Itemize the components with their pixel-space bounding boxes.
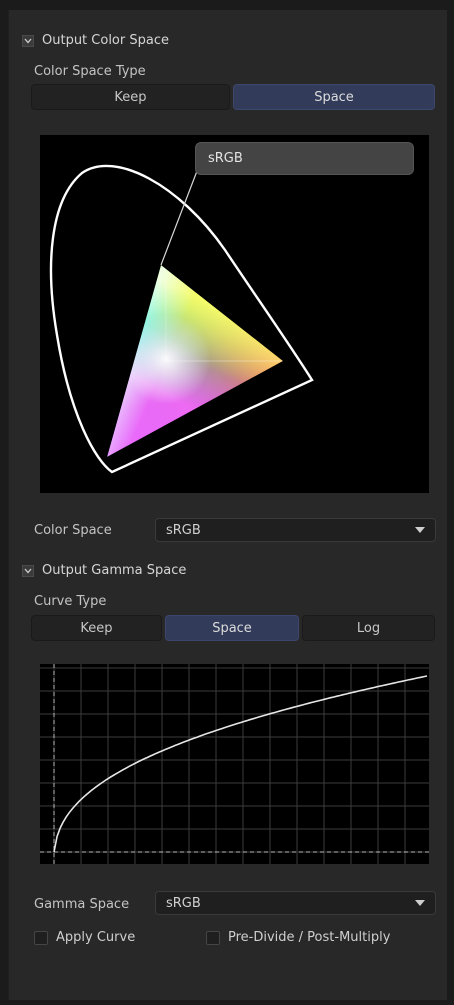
color-space-type-space-button[interactable]: Space: [233, 84, 435, 110]
gamut-name-tag: sRGB: [195, 142, 414, 175]
gamma-curve-plot: [40, 664, 429, 864]
color-space-type-label: Color Space Type: [34, 64, 146, 79]
color-space-type-keep-button[interactable]: Keep: [31, 84, 230, 110]
gamma-curve-graph[interactable]: [40, 664, 429, 864]
caret-down-icon: [415, 527, 425, 533]
gamma-space-dropdown-value: sRGB: [166, 895, 201, 911]
curve-type-keep-button[interactable]: Keep: [31, 615, 162, 641]
chromaticity-plot: [49, 157, 314, 474]
output-gamma-space-toggle[interactable]: Output Gamma Space: [22, 563, 186, 578]
chromaticity-diagram[interactable]: sRGB: [40, 135, 429, 493]
gamma-space-dropdown[interactable]: sRGB: [155, 891, 436, 915]
chevron-down-icon: [22, 564, 34, 577]
gamma-curve-line: [53, 675, 428, 853]
curve-type-log-button[interactable]: Log: [302, 615, 435, 641]
gamma-space-label: Gamma Space: [34, 897, 130, 912]
output-color-space-toggle[interactable]: Output Color Space: [22, 33, 169, 48]
output-gamma-space-label: Output Gamma Space: [42, 563, 187, 578]
color-space-dropdown[interactable]: sRGB: [155, 518, 436, 542]
curve-type-space-button[interactable]: Space: [165, 615, 299, 641]
color-space-dropdown-value: sRGB: [166, 522, 201, 538]
color-space-label: Color Space: [34, 523, 112, 538]
predivide-label: Pre-Divide / Post-Multiply: [228, 930, 391, 945]
gamut-leader-line: [160, 157, 203, 266]
output-color-space-label: Output Color Space: [42, 33, 169, 48]
chevron-down-icon: [22, 34, 34, 47]
srgb-gamut-triangle: [107, 265, 283, 457]
caret-down-icon: [415, 900, 425, 906]
predivide-box[interactable]: [206, 930, 220, 945]
apply-curve-box[interactable]: [34, 930, 48, 945]
apply-curve-label: Apply Curve: [56, 930, 136, 945]
curve-type-label: Curve Type: [34, 594, 107, 609]
apply-curve-checkbox[interactable]: Apply Curve: [34, 930, 135, 945]
predivide-checkbox[interactable]: Pre-Divide / Post-Multiply: [206, 930, 390, 945]
